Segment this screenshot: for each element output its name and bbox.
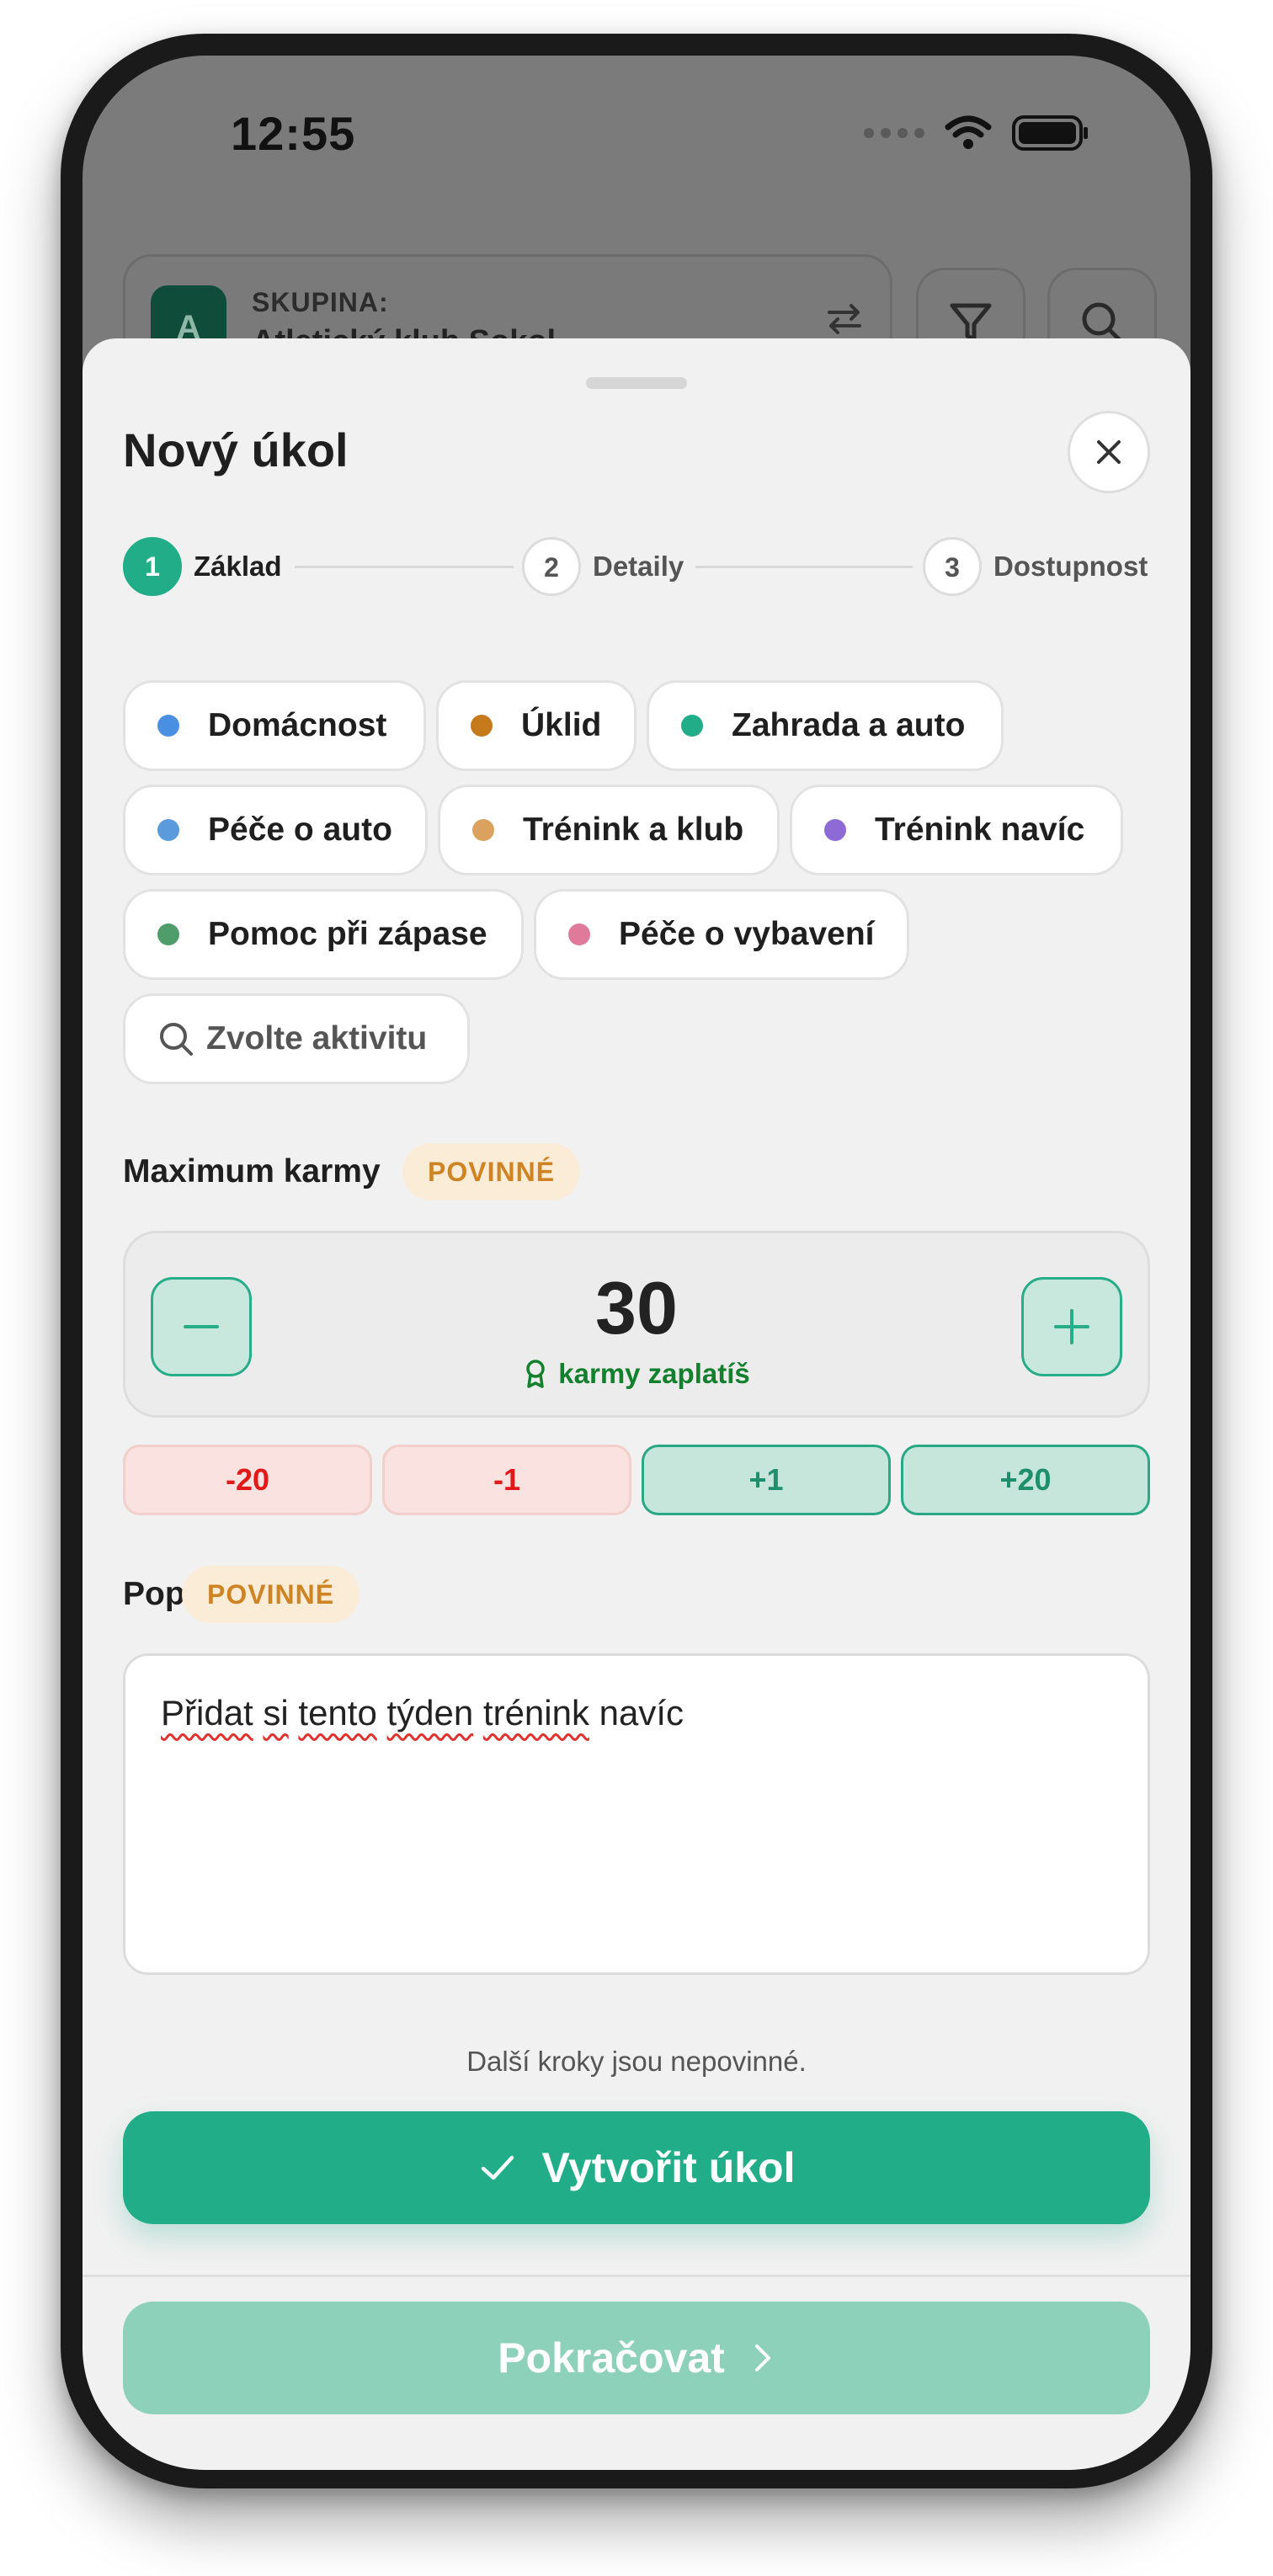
karma-minus-20-button[interactable]: -20 bbox=[123, 1445, 372, 1515]
karma-stepper: 30 karmy zaplatíš bbox=[123, 1231, 1150, 1418]
plus-icon bbox=[1054, 1309, 1089, 1344]
screen: 12:55 A SKUPINA: Atletický klub Sokol bbox=[83, 56, 1190, 2470]
description-required-badge: POVINNÉ bbox=[182, 1566, 360, 1623]
check-icon bbox=[481, 2155, 514, 2180]
category-chip-domacnost[interactable]: Domácnost bbox=[123, 680, 426, 771]
close-button[interactable] bbox=[1068, 411, 1150, 493]
category-label: Trénink a klub bbox=[523, 812, 744, 848]
chevron-right-icon bbox=[754, 2344, 770, 2371]
karma-increment-button[interactable] bbox=[1021, 1277, 1122, 1376]
karma-label: Maximum karmy bbox=[123, 1153, 381, 1190]
category-label: Trénink navíc bbox=[875, 812, 1085, 848]
continue-label: Pokračovat bbox=[498, 2334, 725, 2382]
search-icon bbox=[160, 1023, 193, 1056]
category-label: Péče o auto bbox=[208, 812, 392, 848]
step-3-circle[interactable]: 3 bbox=[923, 537, 982, 596]
step-connector bbox=[295, 566, 514, 568]
category-dot bbox=[824, 819, 846, 841]
wifi-icon bbox=[945, 115, 992, 149]
category-chip-pece-o-auto[interactable]: Péče o auto bbox=[123, 785, 428, 876]
description-word: navíc bbox=[599, 1693, 684, 1732]
activity-search-chip[interactable]: Zvolte aktivitu bbox=[123, 993, 470, 1084]
description-textarea[interactable]: Přidat si tento týden trénink navíc bbox=[123, 1653, 1150, 1975]
category-chip-uklid[interactable]: Úklid bbox=[436, 680, 636, 771]
category-dot bbox=[472, 819, 494, 841]
category-chip-trenink-navic[interactable]: Trénink navíc bbox=[790, 785, 1123, 876]
category-chip-pomoc-pri-zapase[interactable]: Pomoc při zápase bbox=[123, 889, 524, 980]
karma-caption-text: karmy zaplatíš bbox=[558, 1358, 750, 1389]
sheet-grabber[interactable] bbox=[586, 377, 687, 389]
category-dot bbox=[681, 715, 703, 737]
battery-icon bbox=[1012, 115, 1088, 151]
karma-plus-1-button[interactable]: +1 bbox=[642, 1445, 891, 1515]
description-word: si bbox=[263, 1693, 289, 1732]
signal-icon bbox=[864, 128, 924, 138]
karma-value: 30 bbox=[595, 1266, 678, 1349]
karma-caption: karmy zaplatíš bbox=[125, 1358, 1148, 1390]
status-icons bbox=[864, 114, 1089, 152]
swap-icon bbox=[828, 304, 861, 334]
karma-plus-20-button[interactable]: +20 bbox=[901, 1445, 1150, 1515]
karma-minus-1-button[interactable]: -1 bbox=[382, 1445, 631, 1515]
new-task-sheet: Nový úkol 1 Základ 2 Detaily 3 Dostupnos… bbox=[83, 338, 1190, 2470]
continue-button[interactable]: Pokračovat bbox=[123, 2302, 1150, 2414]
step-2-label: Detaily bbox=[593, 551, 684, 582]
category-label: Domácnost bbox=[208, 707, 387, 743]
step-3-label: Dostupnost bbox=[993, 551, 1148, 582]
category-chip-pece-o-vybaveni[interactable]: Péče o vybavení bbox=[534, 889, 909, 980]
step-connector bbox=[695, 566, 913, 568]
category-label: Úklid bbox=[521, 707, 602, 743]
category-dot bbox=[157, 923, 179, 945]
footer-divider bbox=[83, 2275, 1190, 2277]
optional-steps-hint: Další kroky jsou nepovinné. bbox=[466, 2046, 807, 2077]
step-1-circle[interactable]: 1 bbox=[123, 537, 182, 596]
category-dot bbox=[157, 715, 179, 737]
step-indicator: 1 Základ 2 Detaily 3 Dostupnost bbox=[123, 537, 1150, 596]
status-time: 12:55 bbox=[231, 107, 356, 160]
step-2-circle[interactable]: 2 bbox=[522, 537, 581, 596]
category-label: Péče o vybavení bbox=[619, 916, 875, 952]
award-icon bbox=[526, 1360, 546, 1388]
description-word: tento bbox=[298, 1693, 377, 1732]
category-label: Zahrada a auto bbox=[732, 707, 966, 743]
description-word: Přidat bbox=[161, 1693, 253, 1732]
description-word: trénink bbox=[482, 1693, 589, 1732]
description-word: týden bbox=[386, 1693, 474, 1732]
category-chip-zahrada-a-auto[interactable]: Zahrada a auto bbox=[647, 680, 1004, 771]
create-task-button[interactable]: Vytvořit úkol bbox=[123, 2111, 1150, 2224]
create-task-label: Vytvořit úkol bbox=[541, 2144, 796, 2191]
karma-required-badge: POVINNÉ bbox=[402, 1143, 581, 1200]
category-dot bbox=[471, 715, 493, 737]
category-chip-trenink-a-klub[interactable]: Trénink a klub bbox=[438, 785, 780, 876]
step-1-label: Základ bbox=[194, 551, 282, 582]
category-label: Pomoc při zápase bbox=[208, 916, 487, 952]
sheet-title: Nový úkol bbox=[123, 423, 349, 476]
close-icon bbox=[1097, 440, 1121, 464]
category-dot bbox=[157, 819, 179, 841]
category-dot bbox=[568, 923, 590, 945]
group-label: SKUPINA: bbox=[252, 287, 389, 317]
activity-search-placeholder: Zvolte aktivitu bbox=[206, 1020, 428, 1056]
